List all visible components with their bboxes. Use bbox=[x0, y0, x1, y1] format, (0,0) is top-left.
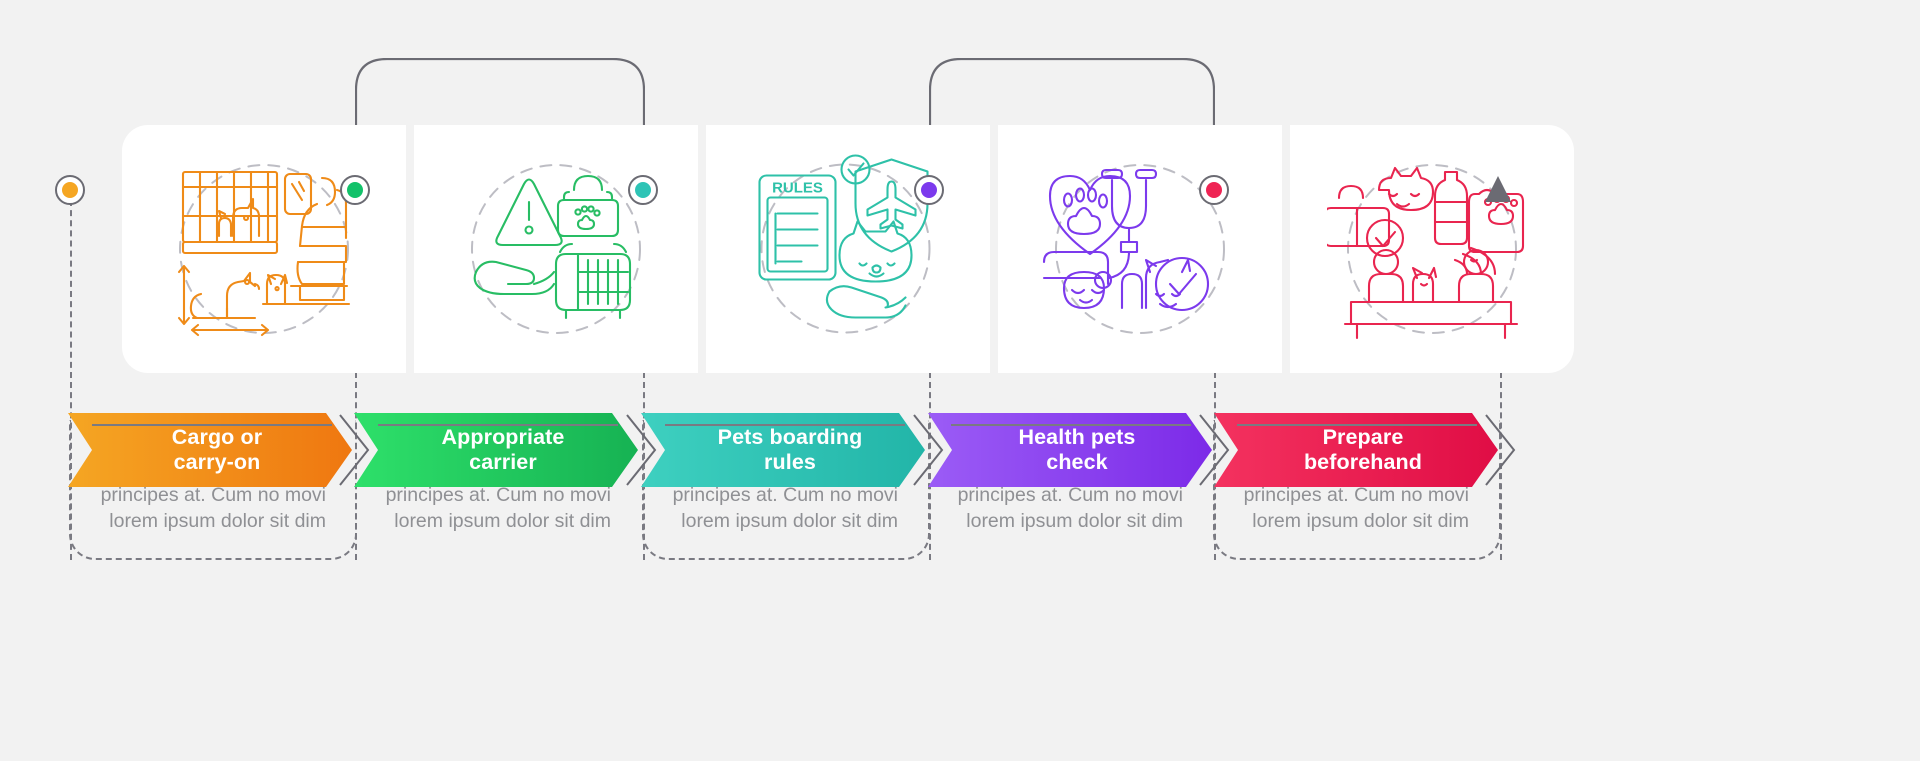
step-dot-4[interactable] bbox=[1199, 175, 1229, 205]
step-banner-label-2: Appropriate carrier bbox=[441, 425, 565, 474]
dot-fill-4 bbox=[1206, 182, 1222, 198]
flow-end-arrow-icon bbox=[1485, 176, 1511, 202]
divider-line-3 bbox=[665, 424, 905, 427]
svg-text:RULES: RULES bbox=[772, 180, 823, 197]
icon-wrapper-4 bbox=[998, 125, 1282, 373]
icon-wrapper-1 bbox=[122, 125, 406, 373]
dot-fill-1 bbox=[347, 182, 363, 198]
step-banner-label-1: Cargo or carry-on bbox=[171, 425, 263, 474]
divider-line-2 bbox=[378, 424, 618, 427]
step-dot-0[interactable] bbox=[55, 175, 85, 205]
icon-wrapper-5 bbox=[1290, 125, 1574, 373]
step-dot-2[interactable] bbox=[628, 175, 658, 205]
step-dot-3[interactable] bbox=[914, 175, 944, 205]
dog-crate-cabin-seat-icon bbox=[177, 164, 351, 337]
dot-fill-2 bbox=[635, 182, 651, 198]
dot-fill-0 bbox=[62, 182, 78, 198]
step-banner-label-5: Prepare beforehand bbox=[1303, 425, 1423, 474]
icon-wrapper-3: RULES bbox=[706, 125, 990, 373]
divider-line-5 bbox=[1237, 424, 1477, 427]
icon-panel-strip: RULES bbox=[122, 125, 1574, 373]
divider-line-4 bbox=[951, 424, 1191, 427]
icon-wrapper-2 bbox=[414, 125, 698, 373]
step-banner-label-4: Health pets check bbox=[1018, 425, 1136, 474]
step-banner-label-3: Pets boarding rules bbox=[717, 425, 863, 474]
infographic-canvas: RULES Cargo or carry-on Appropriate carr… bbox=[0, 0, 1920, 761]
step-dot-1[interactable] bbox=[340, 175, 370, 205]
divider-line-1 bbox=[92, 424, 332, 427]
warning-pet-carrier-icon bbox=[471, 164, 641, 334]
dot-fill-3 bbox=[921, 182, 937, 198]
